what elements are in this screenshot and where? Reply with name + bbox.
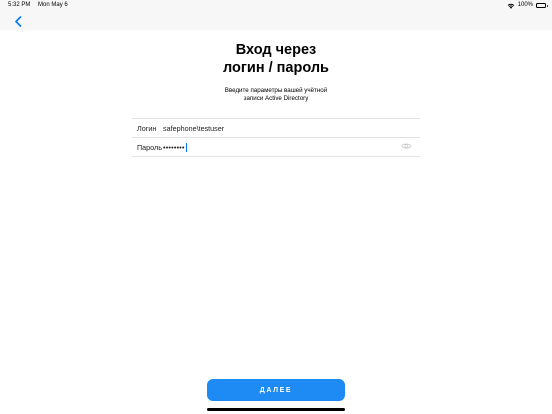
title-line-1: Вход через	[235, 42, 317, 58]
password-label: Пароль	[137, 142, 162, 152]
status-left: 5:32 PM Mon May 6	[8, 0, 74, 11]
password-masked-value: ••••••••	[163, 142, 185, 152]
wifi-icon	[507, 3, 515, 9]
text-cursor	[185, 142, 187, 152]
status-date: Mon May 6	[38, 2, 68, 8]
battery-icon	[536, 3, 548, 8]
login-label: Логин	[137, 123, 157, 133]
home-indicator	[207, 408, 345, 411]
login-screen: 5:32 PM Mon May 6 100% Вход через логин …	[0, 0, 552, 414]
password-field[interactable]: Пароль ••••••••	[132, 137, 420, 157]
eye-icon[interactable]	[401, 142, 412, 150]
login-value[interactable]: safephone\testuser	[163, 124, 224, 133]
subtitle-line-1: Введите параметры вашей учётной	[224, 87, 328, 94]
status-right: 100%	[507, 0, 548, 11]
login-field[interactable]: Логин safephone\testuser	[132, 118, 420, 137]
status-bar: 5:32 PM Mon May 6 100%	[0, 0, 552, 11]
next-button[interactable]: ДАЛЕЕ	[207, 379, 345, 401]
page-subtitle: Введите параметры вашей учётной записи A…	[0, 87, 552, 103]
title-line-2: логин / пароль	[223, 60, 329, 76]
login-form: Логин safephone\testuser Пароль ••••••••	[132, 118, 420, 157]
chevron-left-icon	[14, 15, 22, 27]
page-title: Вход через логин / пароль	[0, 41, 552, 77]
status-time: 5:32 PM	[8, 2, 31, 8]
password-input[interactable]: ••••••••	[163, 142, 187, 152]
back-button[interactable]	[10, 13, 26, 29]
battery-percent: 100%	[517, 2, 533, 8]
subtitle-line-2: записи Active Directory	[243, 95, 309, 102]
